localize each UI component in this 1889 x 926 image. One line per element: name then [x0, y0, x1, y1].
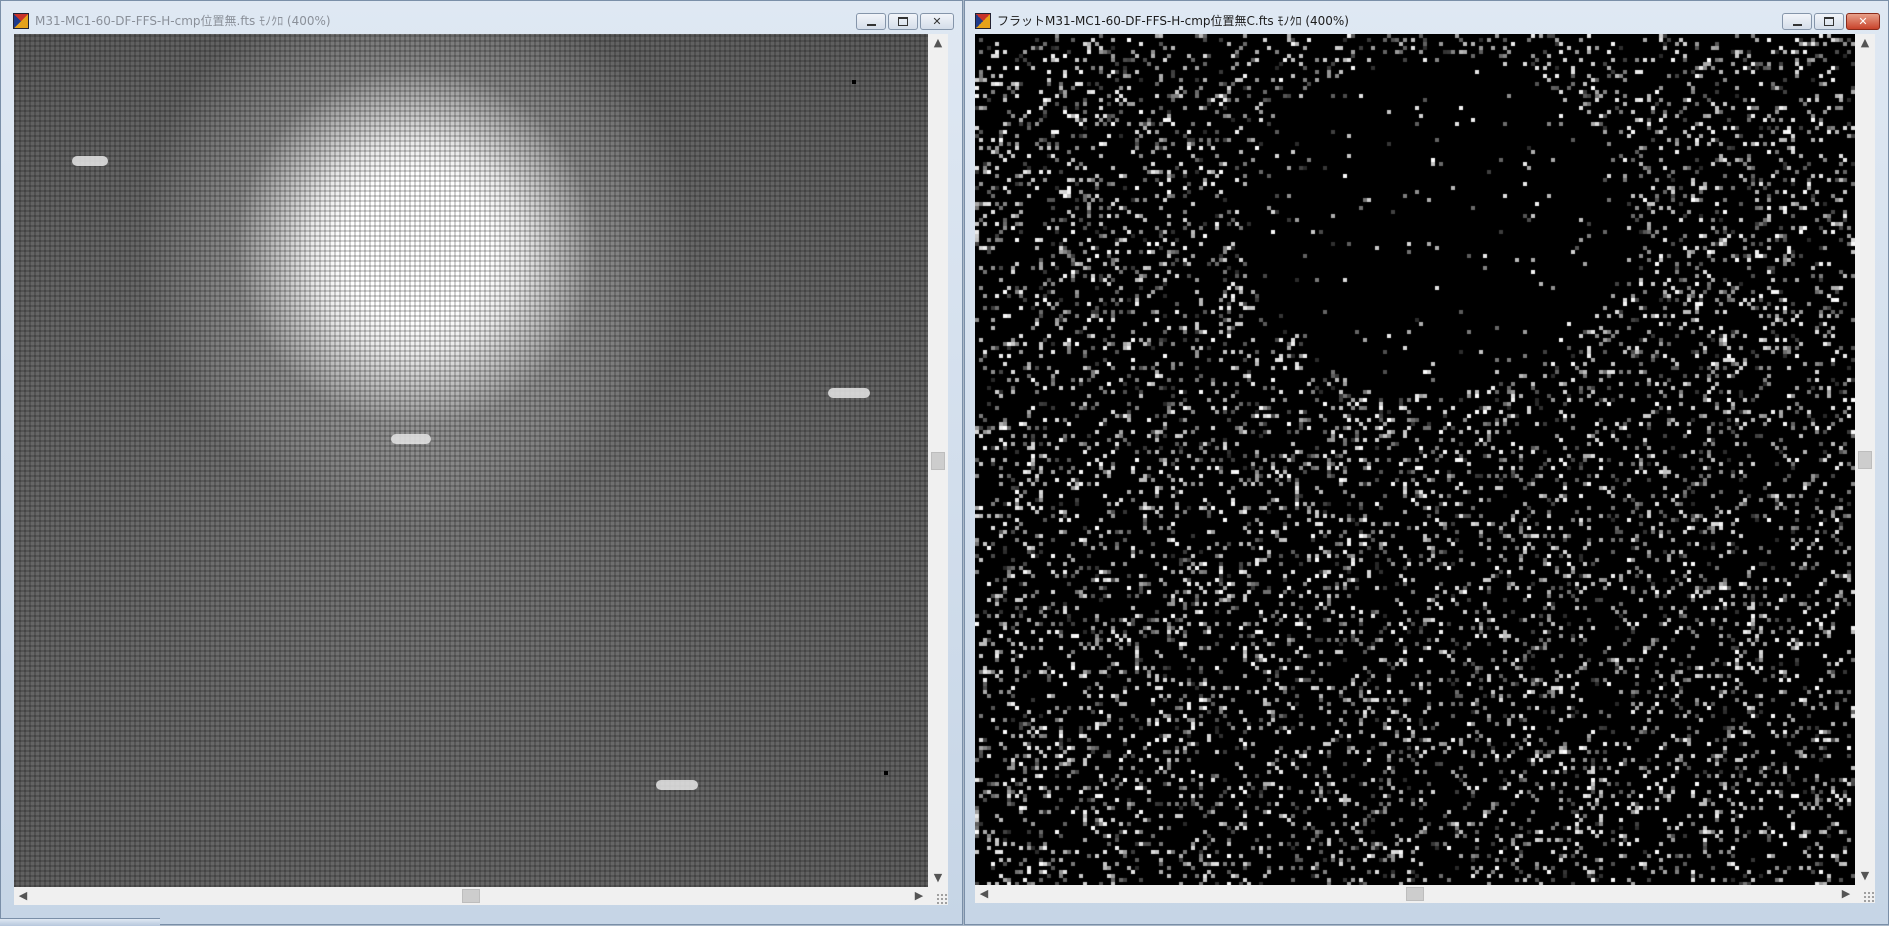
scroll-down-arrow-icon[interactable]: ▼: [1856, 867, 1874, 885]
right-window-client: ▲ ▼ ◀ ▶: [975, 34, 1875, 903]
dark-pixel: [852, 80, 856, 84]
scroll-left-arrow-icon[interactable]: ◀: [975, 885, 993, 903]
left-window-client: ▲ ▼ ◀ ▶: [14, 34, 948, 905]
scroll-up-arrow-icon[interactable]: ▲: [929, 34, 947, 52]
left-fits-image[interactable]: [14, 34, 928, 887]
right-horizontal-thumb[interactable]: [1406, 887, 1424, 901]
left-vertical-scrollbar[interactable]: ▲ ▼: [928, 34, 948, 887]
scroll-left-arrow-icon[interactable]: ◀: [14, 887, 32, 905]
left-vertical-thumb[interactable]: [931, 451, 945, 470]
left-window-titlebar[interactable]: M31-MC1-60-DF-FFS-H-cmp位置無.fts ﾓﾉｸﾛ (400…: [1, 1, 962, 33]
right-close-button[interactable]: [1846, 13, 1880, 30]
left-window-title: M31-MC1-60-DF-FFS-H-cmp位置無.fts ﾓﾉｸﾛ (400…: [35, 14, 331, 28]
left-image-window[interactable]: M31-MC1-60-DF-FFS-H-cmp位置無.fts ﾓﾉｸﾛ (400…: [0, 0, 963, 925]
left-horizontal-scrollbar[interactable]: ◀ ▶: [14, 887, 928, 905]
star-blob: [828, 388, 870, 398]
star-blob: [656, 780, 698, 790]
right-window-caption-buttons: [1782, 13, 1880, 30]
left-close-button[interactable]: [920, 13, 954, 30]
scroll-right-arrow-icon[interactable]: ▶: [910, 887, 928, 905]
scroll-up-arrow-icon[interactable]: ▲: [1856, 34, 1874, 52]
right-fits-image[interactable]: [975, 34, 1855, 885]
noise-canvas: [975, 34, 1855, 885]
dark-pixel: [884, 771, 888, 775]
star-blob: [391, 434, 431, 444]
scroll-right-arrow-icon[interactable]: ▶: [1837, 885, 1855, 903]
right-vertical-thumb[interactable]: [1858, 450, 1872, 469]
right-image-window[interactable]: フラットM31-MC1-60-DF-FFS-H-cmp位置無C.fts ﾓﾉｸﾛ…: [964, 0, 1889, 925]
right-minimize-button[interactable]: [1782, 13, 1812, 30]
left-resize-grip-icon[interactable]: [936, 893, 948, 905]
app-icon: [975, 13, 991, 29]
left-maximize-button[interactable]: [888, 13, 918, 30]
right-vertical-scrollbar[interactable]: ▲ ▼: [1855, 34, 1875, 885]
right-maximize-button[interactable]: [1814, 13, 1844, 30]
left-horizontal-thumb[interactable]: [462, 889, 480, 903]
right-resize-grip-icon[interactable]: [1863, 891, 1875, 903]
scroll-down-arrow-icon[interactable]: ▼: [929, 869, 947, 887]
left-window-caption-buttons: [856, 13, 954, 30]
left-minimize-button[interactable]: [856, 13, 886, 30]
right-window-titlebar[interactable]: フラットM31-MC1-60-DF-FFS-H-cmp位置無C.fts ﾓﾉｸﾛ…: [965, 1, 1888, 33]
app-icon: [13, 13, 29, 29]
right-horizontal-scrollbar[interactable]: ◀ ▶: [975, 885, 1855, 903]
right-window-title: フラットM31-MC1-60-DF-FFS-H-cmp位置無C.fts ﾓﾉｸﾛ…: [997, 14, 1349, 28]
star-blob: [72, 156, 108, 166]
